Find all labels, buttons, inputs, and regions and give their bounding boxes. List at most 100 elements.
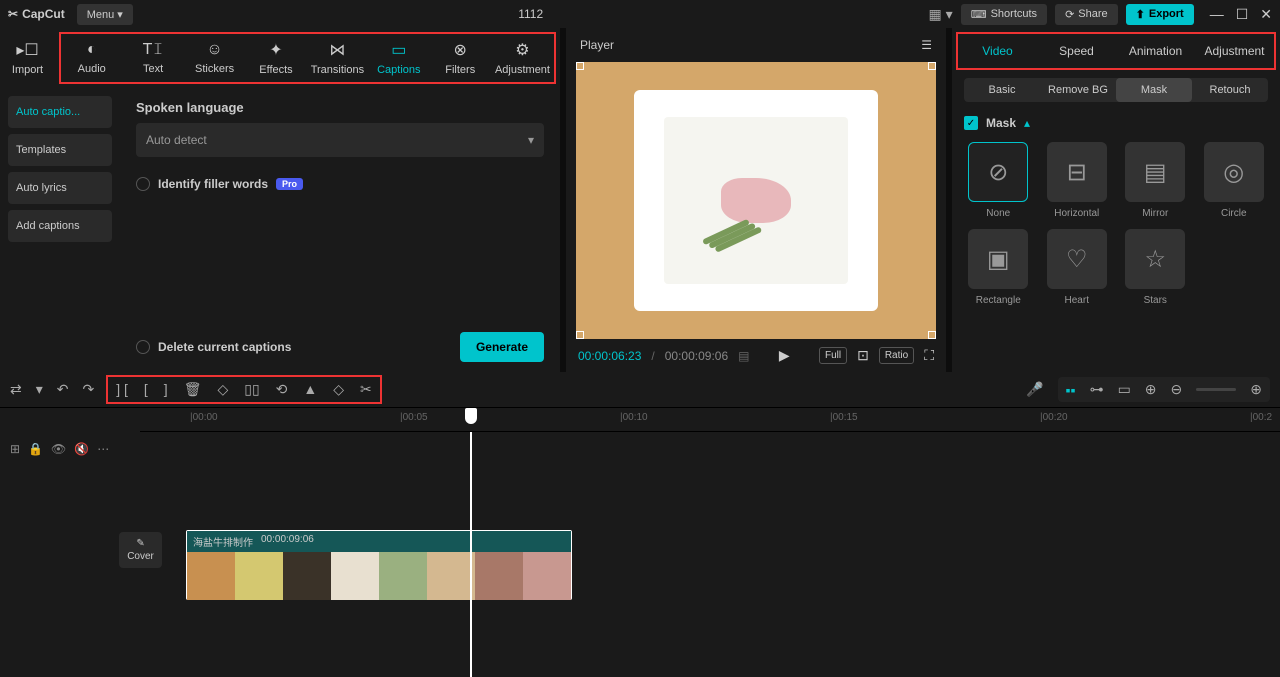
tab-adjustment[interactable]: ⚙Adjustment (491, 34, 554, 82)
sidebar-add-captions[interactable]: Add captions (8, 210, 112, 242)
list-icon[interactable]: ▤ (738, 349, 749, 363)
delete-captions-checkbox[interactable] (136, 340, 150, 354)
maximize-icon[interactable]: ☐ (1236, 6, 1249, 23)
layout-icon[interactable]: ▦ ▾ (929, 6, 953, 23)
app-logo: ✂ CapCut (8, 7, 65, 21)
mask-heart[interactable]: ♡Heart (1043, 229, 1112, 306)
redo-icon[interactable]: ↷ (83, 381, 95, 398)
player-menu-icon[interactable]: ☰ (921, 38, 932, 52)
track-lock-icon[interactable]: 🔒 (28, 442, 43, 456)
tab-audio[interactable]: ◐Audio (61, 34, 122, 82)
stars-icon: ☆ (1125, 229, 1185, 289)
edit-tools-highlight: ] [ [ ] 🗑 ◇ ▯▯ ⟲ ▲ ◇ ✂ (106, 375, 382, 404)
language-select[interactable]: Auto detect ▾ (136, 123, 544, 157)
mask-circle[interactable]: ◎Circle (1200, 142, 1269, 219)
playhead[interactable] (470, 432, 472, 677)
shortcuts-button[interactable]: ⌨ Shortcuts (961, 4, 1047, 25)
track-eye-icon[interactable]: 👁 (51, 442, 66, 456)
undo-icon[interactable]: ↶ (57, 381, 69, 398)
clip-name: 海盐牛排制作 (193, 534, 253, 549)
crop-icon[interactable]: ✂ (360, 381, 372, 398)
subtab-basic[interactable]: Basic (964, 78, 1040, 102)
mask-rectangle[interactable]: ▣Rectangle (964, 229, 1033, 306)
zoom-in-icon[interactable]: ⊕ (1250, 381, 1262, 398)
mirror-icon: ▤ (1125, 142, 1185, 202)
timeline-ruler[interactable]: |00:00 |00:05 |00:10 |00:15 |00:20 |00:2 (140, 408, 1280, 432)
track-more-icon[interactable]: ⋯ (97, 442, 109, 456)
subtab-mask[interactable]: Mask (1116, 78, 1192, 102)
heart-icon: ♡ (1047, 229, 1107, 289)
zoom-slider[interactable] (1196, 388, 1236, 391)
generate-button[interactable]: Generate (460, 332, 544, 362)
subtab-retouch[interactable]: Retouch (1192, 78, 1268, 102)
sidebar-auto-lyrics[interactable]: Auto lyrics (8, 172, 112, 204)
import-tab[interactable]: ▸☐ Import (0, 28, 55, 88)
filler-words-checkbox[interactable] (136, 177, 150, 191)
close-icon[interactable]: ✕ (1260, 6, 1272, 23)
tab-speed[interactable]: Speed (1037, 34, 1116, 68)
mask-checkbox[interactable]: ✓ (964, 116, 978, 130)
mic-icon[interactable]: 🎤 (1026, 381, 1043, 398)
frame-icon[interactable]: ▯▯ (244, 381, 259, 398)
horizontal-icon: ⊟ (1047, 142, 1107, 202)
audio-icon: ◐ (87, 41, 97, 59)
mask-none[interactable]: ⊘None (964, 142, 1033, 219)
chevron-down-icon: ▾ (528, 133, 534, 147)
menu-button[interactable]: Menu ▾ (77, 4, 133, 25)
reverse-icon[interactable]: ⟲ (276, 381, 288, 398)
mirror-tool-icon[interactable]: ▲ (303, 381, 317, 398)
effects-icon: ✦ (269, 40, 282, 60)
spoken-language-label: Spoken language (136, 100, 544, 115)
time-current: 00:00:06:23 (578, 349, 641, 363)
delete-captions-label: Delete current captions (158, 340, 291, 354)
share-button[interactable]: ⟳ Share (1055, 4, 1118, 25)
focus-icon[interactable]: ⊡ (857, 347, 869, 364)
filler-words-label: Identify filler words (158, 177, 268, 191)
mask-stars[interactable]: ☆Stars (1121, 229, 1190, 306)
subtab-remove-bg[interactable]: Remove BG (1040, 78, 1116, 102)
link-icon[interactable]: ⊶ (1090, 381, 1104, 398)
trim-left-icon[interactable]: [ (144, 381, 148, 398)
trim-right-icon[interactable]: ] (164, 381, 168, 398)
tab-captions[interactable]: ▭Captions (368, 34, 429, 82)
zoom-out-icon[interactable]: ⊖ (1171, 381, 1183, 398)
fullscreen-icon[interactable]: ⛶ (924, 347, 934, 364)
tab-effects[interactable]: ✦Effects (245, 34, 306, 82)
delete-icon[interactable]: 🗑 (184, 381, 202, 398)
video-clip[interactable]: 海盐牛排制作 00:00:09:06 (186, 530, 572, 600)
export-button[interactable]: ⬆ Export (1126, 4, 1194, 25)
sidebar-templates[interactable]: Templates (8, 134, 112, 166)
stack-icon[interactable]: ▭ (1118, 381, 1131, 398)
track-add-icon[interactable]: ⊞ (10, 442, 20, 456)
mask-horizontal[interactable]: ⊟Horizontal (1043, 142, 1112, 219)
video-preview[interactable] (576, 62, 936, 339)
player-title: Player (580, 38, 614, 52)
snap-icon[interactable]: ⊕ (1145, 381, 1157, 398)
time-total: 00:00:09:06 (665, 349, 728, 363)
chevron-down-icon[interactable]: ▾ (36, 381, 43, 398)
mask-mirror[interactable]: ▤Mirror (1121, 142, 1190, 219)
tab-filters[interactable]: ⊗Filters (430, 34, 491, 82)
tab-adjustment-right[interactable]: Adjustment (1195, 34, 1274, 68)
sidebar-auto-captions[interactable]: Auto captio... (8, 96, 112, 128)
top-tabs-highlight: ◐Audio T𝙸Text ☺Stickers ✦Effects ⋈Transi… (59, 32, 556, 84)
track-mute-icon[interactable]: 🔇 (74, 442, 89, 456)
clip-duration: 00:00:09:06 (261, 534, 314, 549)
minimize-icon[interactable]: — (1210, 6, 1224, 23)
selection-icon[interactable]: ⇄ (10, 381, 22, 398)
ratio-button[interactable]: Ratio (879, 347, 914, 364)
rotate-icon[interactable]: ◇ (333, 381, 344, 398)
tab-animation[interactable]: Animation (1116, 34, 1195, 68)
adjustment-icon: ⚙ (515, 40, 529, 60)
full-button[interactable]: Full (819, 347, 847, 364)
split-icon[interactable]: ] [ (116, 381, 128, 398)
import-icon: ▸☐ (16, 40, 38, 60)
collapse-icon[interactable]: ▴ (1024, 116, 1030, 130)
tab-text[interactable]: T𝙸Text (122, 34, 183, 82)
magnet-icon[interactable]: ▪▪ (1066, 382, 1076, 398)
mark-icon[interactable]: ◇ (217, 381, 228, 398)
tab-transitions[interactable]: ⋈Transitions (307, 34, 368, 82)
tab-stickers[interactable]: ☺Stickers (184, 34, 245, 82)
tab-video[interactable]: Video (958, 34, 1037, 68)
play-icon[interactable]: ▶ (779, 347, 790, 364)
